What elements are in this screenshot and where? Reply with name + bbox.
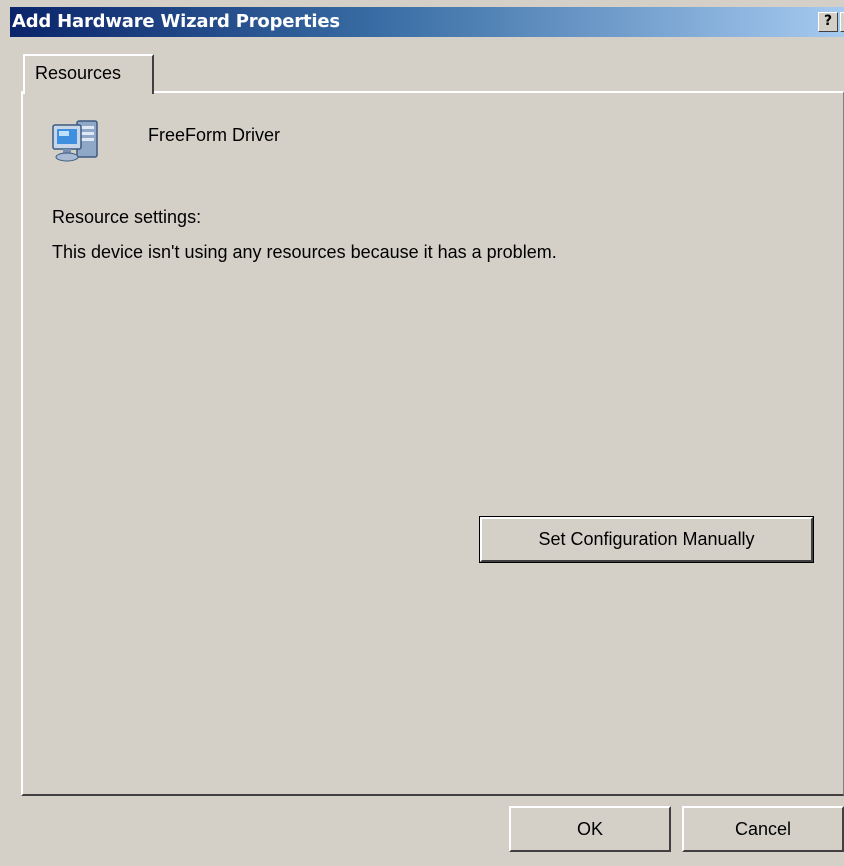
title-bar[interactable]: Add Hardware Wizard Properties ? × [10, 7, 844, 37]
help-icon: ? [823, 13, 833, 29]
tab-resources-label: Resources [35, 63, 122, 83]
cancel-button[interactable]: Cancel [682, 806, 844, 852]
window-title: Add Hardware Wizard Properties [12, 11, 340, 32]
help-button[interactable]: ? [818, 12, 838, 32]
resource-status-message: This device isn't using any resources be… [52, 242, 557, 262]
resources-tab-panel [21, 91, 844, 796]
resource-settings-label: Resource settings: [52, 207, 202, 227]
computer-icon [52, 120, 98, 162]
set-configuration-manually-button[interactable]: Set Configuration Manually [479, 516, 814, 563]
properties-dialog: Add Hardware Wizard Properties ? × Resou… [0, 0, 844, 866]
ok-button[interactable]: OK [509, 806, 671, 852]
close-button[interactable]: × [840, 12, 844, 32]
device-name: FreeForm Driver [148, 125, 281, 145]
tab-resources[interactable]: Resources [23, 54, 154, 94]
